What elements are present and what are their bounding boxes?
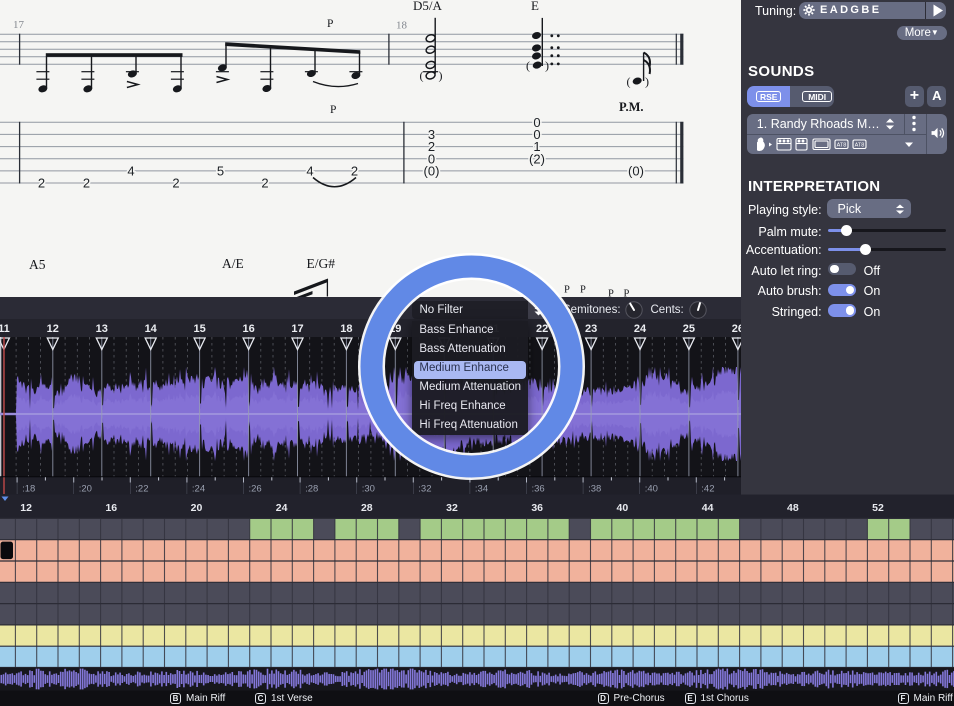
svg-text:52: 52 <box>872 502 884 514</box>
svg-text:44: 44 <box>702 502 714 514</box>
svg-text:36: 36 <box>531 502 543 514</box>
svg-text:48: 48 <box>787 502 799 514</box>
svg-text:40: 40 <box>617 502 629 514</box>
svg-text:20: 20 <box>191 502 203 514</box>
svg-text:24: 24 <box>276 502 288 514</box>
svg-text:12: 12 <box>20 502 32 514</box>
svg-text:16: 16 <box>105 502 117 514</box>
svg-text:28: 28 <box>361 502 373 514</box>
svg-text:32: 32 <box>446 502 458 514</box>
